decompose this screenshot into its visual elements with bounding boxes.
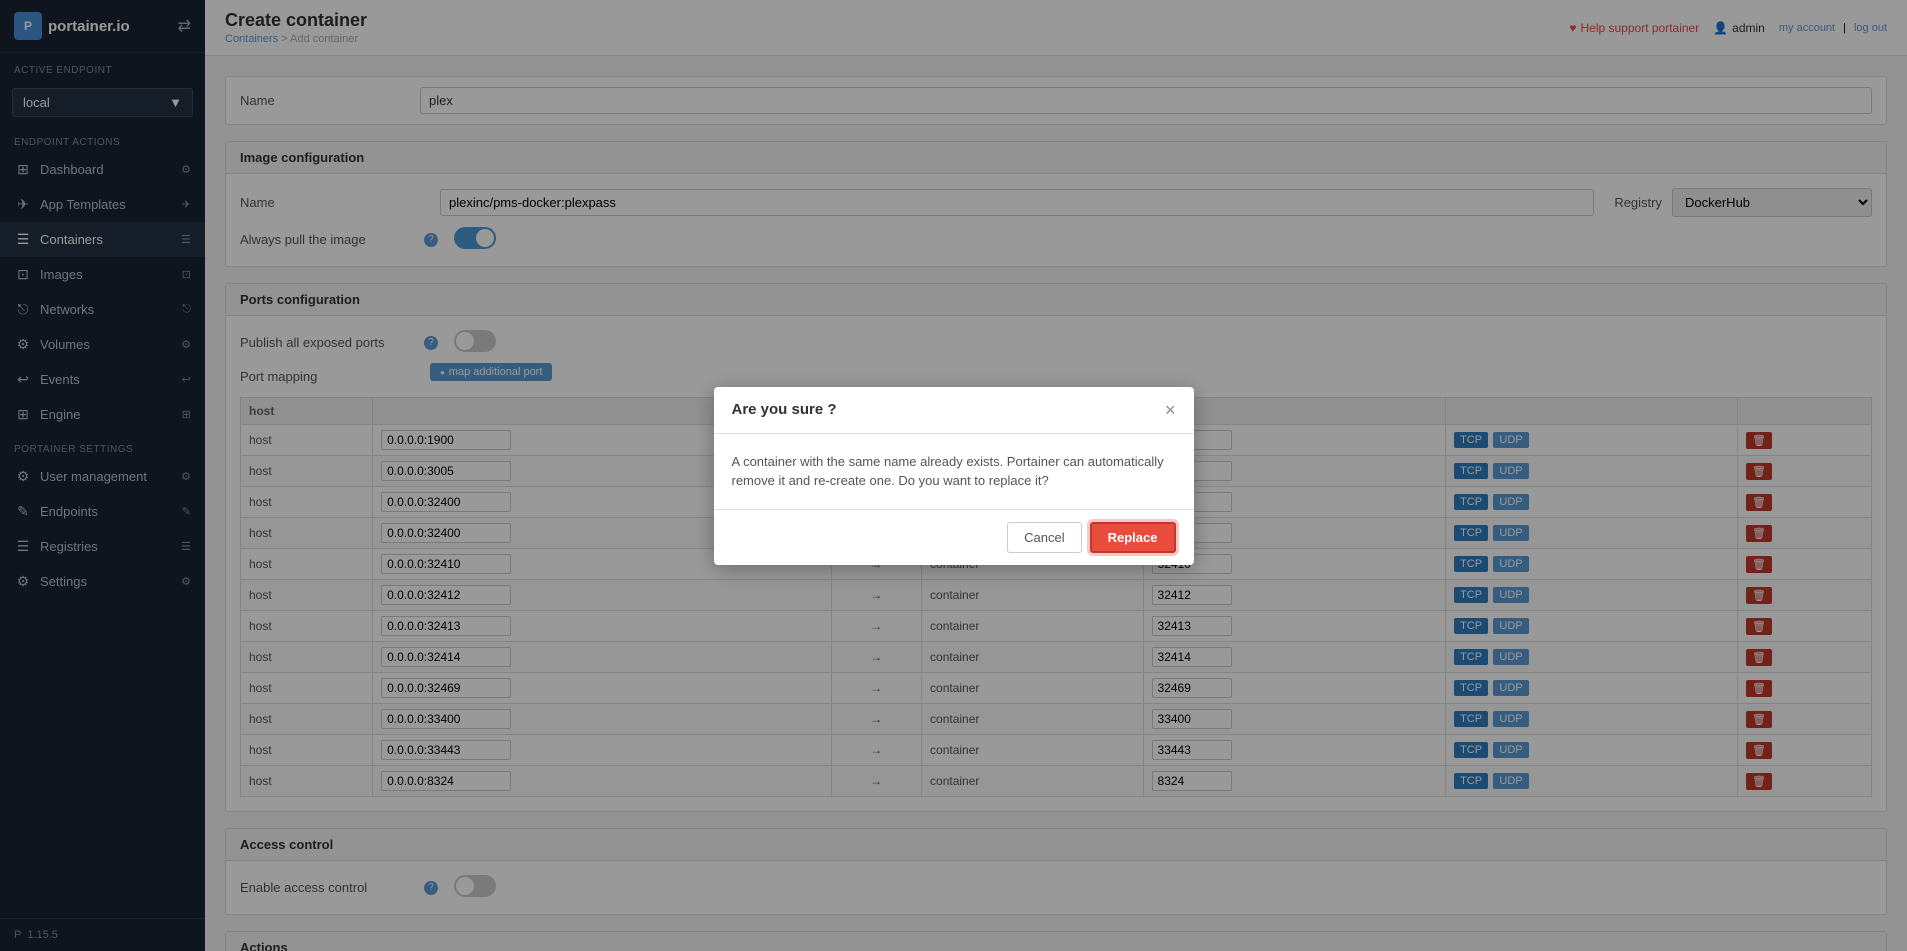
modal-header: Are you sure ? × [714,387,1194,434]
cancel-button[interactable]: Cancel [1007,522,1081,553]
modal-body-text: A container with the same name already e… [732,452,1176,491]
modal-title: Are you sure ? [732,401,837,418]
modal-close-button[interactable]: × [1165,401,1176,419]
replace-button[interactable]: Replace [1090,522,1176,553]
modal-dialog: Are you sure ? × A container with the sa… [714,387,1194,565]
modal-overlay[interactable]: Are you sure ? × A container with the sa… [0,0,1907,951]
modal-footer: Cancel Replace [714,509,1194,565]
modal-body: A container with the same name already e… [714,434,1194,509]
